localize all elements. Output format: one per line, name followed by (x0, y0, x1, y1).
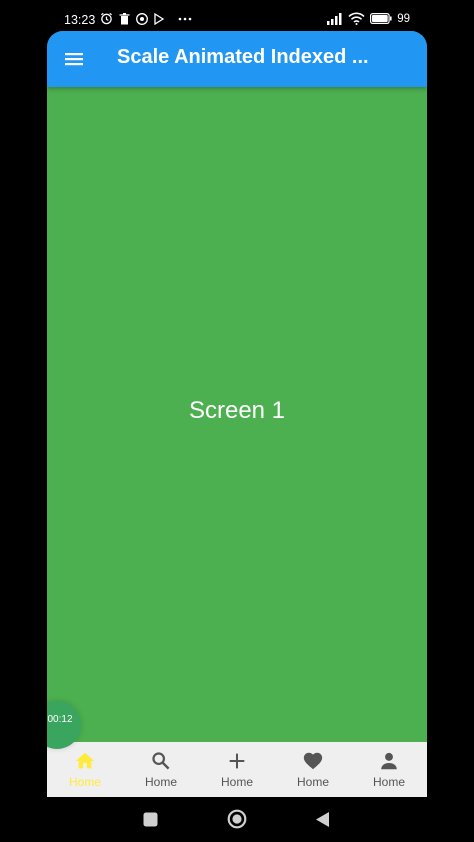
nav-label-search: Home (144, 775, 177, 789)
status-system-icons: 99 (327, 12, 410, 25)
play-store-icon (154, 12, 165, 25)
nav-item-search[interactable]: Home (123, 742, 199, 797)
chrome-icon (136, 12, 148, 25)
nav-item-favorites[interactable]: Home (275, 742, 351, 797)
trash-icon (119, 12, 130, 25)
nav-label-home: Home (68, 775, 101, 789)
recents-button[interactable] (143, 812, 158, 827)
nav-label-add: Home (220, 775, 253, 789)
hamburger-menu-icon (65, 53, 83, 66)
circle-home-icon (227, 809, 247, 829)
signal-icon (327, 12, 343, 25)
home-system-button[interactable] (227, 809, 247, 829)
screen-label: Screen 1 (188, 397, 286, 424)
menu-button[interactable] (61, 47, 87, 71)
bottom-navigation-bar: Home Home Home Home Home (47, 742, 427, 797)
system-navigation-bar (0, 797, 474, 842)
home-icon (74, 750, 96, 772)
wifi-icon (348, 12, 365, 25)
battery-percent: 99 (397, 12, 410, 25)
square-recents-icon (143, 812, 158, 827)
alarm-icon (100, 12, 113, 25)
plus-icon (226, 750, 248, 772)
app-window: Scale Animated Indexed ... Screen 1 00:1… (47, 31, 427, 797)
app-bar: Scale Animated Indexed ... (47, 31, 427, 87)
triangle-back-icon (316, 812, 329, 827)
back-button[interactable] (315, 811, 330, 828)
status-notification-icons (100, 12, 192, 25)
search-icon (150, 750, 172, 772)
person-icon (378, 750, 400, 772)
heart-icon (302, 750, 324, 772)
battery-icon (370, 13, 392, 25)
screen-content: Screen 1 00:12 (47, 87, 427, 749)
nav-item-add[interactable]: Home (199, 742, 275, 797)
nav-item-profile[interactable]: Home (351, 742, 427, 797)
app-title: Scale Animated Indexed ... (117, 46, 369, 68)
recording-timer-text: 00:12 (47, 714, 73, 725)
phone-screen: 13:23 99 Scale Animated Indexed ... Scre… (0, 0, 474, 842)
status-time: 13:23 (64, 13, 96, 27)
nav-item-home[interactable]: Home (47, 742, 123, 797)
more-notifications-icon (178, 17, 192, 21)
nav-label-favorites: Home (296, 775, 329, 789)
nav-label-profile: Home (372, 775, 405, 789)
